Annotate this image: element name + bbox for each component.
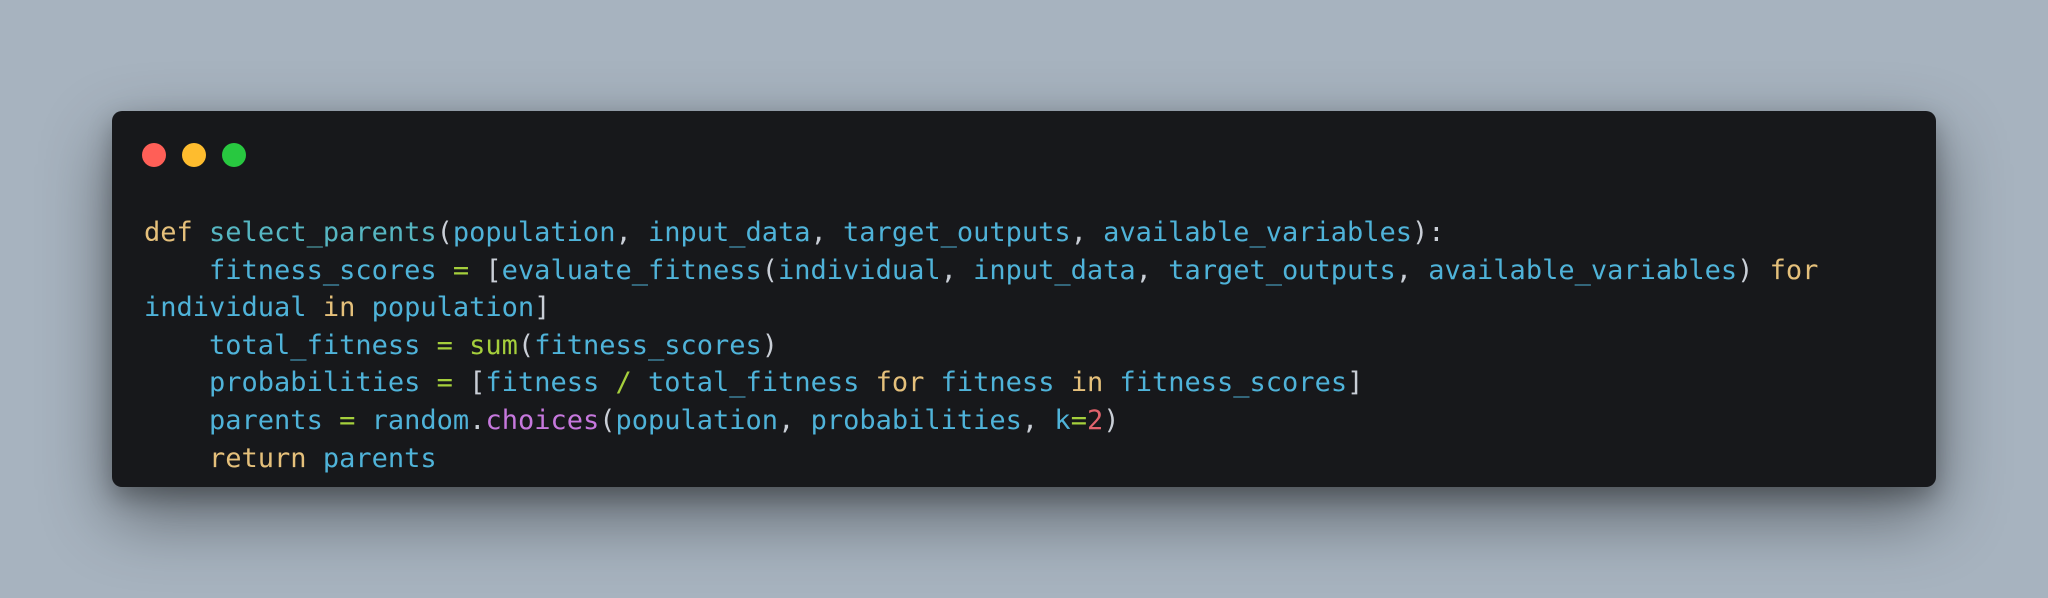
code-token: fitness_scores	[209, 254, 437, 286]
code-token: ,	[1021, 404, 1055, 436]
code-token: population	[615, 404, 779, 436]
code-line: total_fitness = sum(fitness_scores)	[144, 327, 1818, 365]
code-line: probabilities = [fitness / total_fitness…	[144, 364, 1818, 402]
minimize-icon[interactable]	[182, 143, 206, 167]
code-token: def	[144, 217, 193, 248]
code-token: choices	[485, 404, 600, 436]
code-token: ,	[1395, 254, 1429, 286]
code-token: ,	[778, 404, 811, 436]
code-token: fitness_scores	[534, 329, 762, 361]
code-token: available_variables	[1428, 254, 1738, 286]
code-token: )	[761, 329, 779, 361]
code-token: /	[615, 367, 632, 399]
code-window: def select_parents(population, input_dat…	[112, 111, 1936, 487]
code-token: input_data	[973, 254, 1136, 286]
code-token: (	[761, 254, 779, 286]
code-token: return	[209, 442, 307, 474]
code-token: k	[1054, 404, 1071, 436]
code-token: for	[875, 367, 925, 399]
code-token: individual	[778, 254, 941, 286]
code-token: =	[339, 404, 356, 436]
code-token: ]	[534, 292, 551, 324]
code-token: random	[371, 404, 470, 436]
code-token: (	[436, 217, 453, 248]
code-token: =	[436, 329, 453, 361]
code-token: sum	[469, 329, 518, 361]
code-token: (	[517, 329, 535, 361]
code-token: [	[469, 367, 486, 399]
maximize-icon[interactable]	[222, 143, 246, 167]
code-token: individual	[144, 292, 307, 324]
code-token: [	[485, 254, 502, 286]
code-token: ]	[1347, 367, 1364, 399]
code-token: (	[599, 404, 616, 436]
code-token: ,	[810, 217, 844, 248]
code-token: probabilities	[209, 367, 421, 399]
code-token: ):	[1412, 217, 1445, 248]
close-icon[interactable]	[142, 143, 166, 167]
code-token: =	[436, 367, 453, 399]
code-line: parents = random.choices(population, pro…	[144, 402, 1818, 440]
code-token: in	[1070, 367, 1104, 399]
code-token: =	[452, 254, 470, 286]
code-token: in	[322, 292, 356, 324]
code-token: total_fitness	[648, 367, 860, 399]
code-token: ,	[615, 217, 648, 248]
code-token: input_data	[647, 217, 811, 248]
code-token: available_variables	[1103, 217, 1412, 248]
code-line: def select_parents(population, input_dat…	[144, 214, 1818, 252]
code-token: evaluate_fitness	[501, 254, 762, 286]
code-token: fitness	[485, 367, 600, 399]
code-token: 2	[1086, 404, 1104, 436]
code-token: ,	[1070, 217, 1104, 248]
code-token: .	[469, 404, 486, 436]
code-token: for	[1769, 254, 1819, 286]
code-token: parents	[322, 442, 437, 474]
code-token: target_outputs	[1168, 254, 1396, 286]
code-token: ,	[1135, 254, 1169, 286]
code-token: fitness_scores	[1119, 367, 1348, 399]
code-token: target_outputs	[843, 217, 1071, 248]
code-line: fitness_scores = [evaluate_fitness(indiv…	[144, 252, 1818, 290]
code-line: return parents	[144, 440, 1818, 478]
code-token: =	[1070, 404, 1087, 436]
code-token: fitness	[940, 367, 1055, 399]
code-line: individual in population]	[144, 289, 1818, 327]
code-token: total_fitness	[209, 329, 421, 361]
code-token: probabilities	[810, 404, 1022, 436]
code-token: )	[1737, 254, 1754, 286]
code-token: ,	[940, 254, 974, 286]
code-token: )	[1103, 404, 1120, 436]
window-controls	[142, 143, 246, 167]
code-token: population	[452, 217, 616, 248]
code-token: population	[371, 292, 535, 324]
code-block: def select_parents(population, input_dat…	[144, 214, 1818, 477]
code-token: select_parents	[209, 217, 437, 248]
code-token: parents	[209, 404, 323, 436]
